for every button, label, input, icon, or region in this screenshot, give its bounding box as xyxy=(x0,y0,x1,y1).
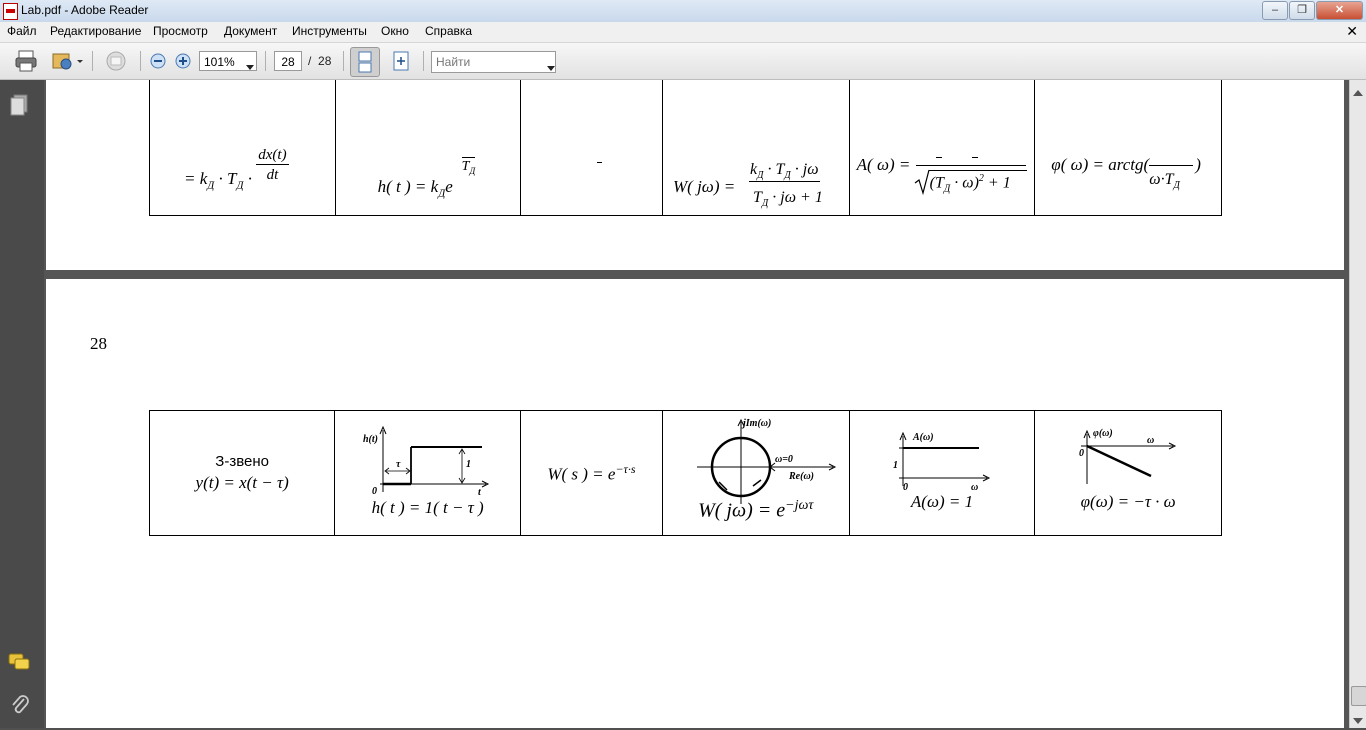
page-number-input[interactable]: 28 xyxy=(274,51,302,71)
phase-equation: φ(ω) = −τ · ω xyxy=(1080,492,1176,511)
minimize-button[interactable]: ‒ xyxy=(1262,1,1288,20)
fit-page-icon[interactable] xyxy=(389,49,413,73)
transfer-equation: W( s ) = e−τ·s xyxy=(547,461,636,484)
title-bar: Lab.pdf - Adobe Reader ‒ ❐ ✕ xyxy=(0,0,1366,23)
phase-plot: φ(ω) 0 ω xyxy=(1079,428,1177,484)
link-name: З-звено xyxy=(215,453,269,470)
re-axis-label: Re(ω) xyxy=(788,471,814,482)
cell-amplitude-response: A(ω) 1 0 ω A(ω) = 1 xyxy=(848,410,1036,536)
toolbar: 101% 28 / 28 Найти xyxy=(0,43,1366,80)
cell-link-name: З-звено y(t) = x(t − τ) xyxy=(148,410,336,536)
attachments-paperclip-icon[interactable] xyxy=(10,694,30,721)
cell-step-response: h(t) τ 1 0 t h( t ) = 1( t − τ ) xyxy=(334,410,522,536)
navigation-pane xyxy=(0,80,44,728)
cell-transfer-function: W( s ) = e−τ·s xyxy=(520,410,663,536)
one-label: 1 xyxy=(466,459,471,470)
pdf-page-27: = kД · TД · dx(t) dt h( t ) = kДe TД W(… xyxy=(46,80,1344,270)
nyquist-plot: jIm(ω) ω=0 Re(ω) xyxy=(696,418,836,504)
cell-nyquist: jIm(ω) ω=0 Re(ω) W( jω) = e−jωτ xyxy=(661,410,850,536)
close-button[interactable]: ✕ xyxy=(1316,1,1363,20)
document-viewport[interactable]: = kД · TД · dx(t) dt h( t ) = kДe TД W(… xyxy=(44,80,1349,728)
page-number-label: 28 xyxy=(90,334,107,353)
nyquist-equation: W( jω) = e−jωτ xyxy=(698,497,814,522)
amp-one-label: 1 xyxy=(893,460,898,471)
comments-icon[interactable] xyxy=(7,652,31,677)
menu-view[interactable]: Просмотр xyxy=(153,24,208,38)
cell-equation: = kД · TД · dx(t) dt xyxy=(149,80,336,216)
table-top: = kД · TД · dx(t) dt h( t ) = kДe TД W(… xyxy=(149,80,1222,216)
tau-label: τ xyxy=(396,459,401,470)
scroll-thumb[interactable] xyxy=(1351,686,1366,706)
menu-help[interactable]: Справка xyxy=(425,24,472,38)
table-delay-link: З-звено y(t) = x(t − τ) h(t) τ 1 0 t h(… xyxy=(148,410,1222,536)
step-response-plot: h(t) τ 1 0 t xyxy=(363,425,489,498)
cell-blank xyxy=(520,80,664,216)
menu-window[interactable]: Окно xyxy=(381,24,409,38)
window-title: Lab.pdf - Adobe Reader xyxy=(21,3,149,17)
menu-tools[interactable]: Инструменты xyxy=(292,24,367,38)
comment-hand-icon[interactable] xyxy=(104,49,128,73)
menu-bar: Файл Редактирование Просмотр Документ Ин… xyxy=(0,22,1366,43)
amp-zero-label: 0 xyxy=(903,482,908,490)
cell-frequency-response: W( jω) = kД · TД · jω TД · jω + 1 xyxy=(662,80,850,216)
omega-zero-label: ω=0 xyxy=(775,454,793,465)
menu-edit[interactable]: Редактирование xyxy=(50,24,141,38)
step-equation: h( t ) = 1( t − τ ) xyxy=(371,498,484,517)
zoom-dropdown-chevron-down-icon[interactable] xyxy=(246,58,254,76)
find-input[interactable]: Найти xyxy=(431,51,556,73)
scroll-down-icon[interactable] xyxy=(1353,712,1363,730)
email-share-icon[interactable] xyxy=(50,49,84,73)
adobe-reader-icon xyxy=(3,3,18,20)
cell-impulse-response: h( t ) = kДe TД xyxy=(334,80,522,216)
scroll-up-icon[interactable] xyxy=(1353,84,1363,102)
cell-phase-response: φ(ω) 0 ω φ(ω) = −τ · ω xyxy=(1034,410,1222,536)
cell-amplitude: A( ω) = (TД · ω)2 + 1 xyxy=(848,80,1036,216)
scrolling-mode-icon[interactable] xyxy=(350,47,380,77)
menu-file[interactable]: Файл xyxy=(7,24,37,38)
amplitude-plot: A(ω) 1 0 ω xyxy=(893,431,991,490)
vertical-scrollbar[interactable] xyxy=(1349,80,1366,728)
print-icon[interactable] xyxy=(14,49,38,73)
document-close-icon[interactable]: ✕ xyxy=(1346,23,1358,40)
h-axis-label: h(t) xyxy=(363,434,378,445)
zoom-out-icon[interactable] xyxy=(148,49,168,73)
cell-phase: φ( ω) = arctg( ) ω·TД xyxy=(1034,80,1222,216)
pages-panel-icon[interactable] xyxy=(9,94,29,121)
link-equation: y(t) = x(t − τ) xyxy=(195,473,289,492)
zoom-in-icon[interactable] xyxy=(173,49,193,73)
pdf-page-28: 28 З-звено y(t) = x(t − τ) h(t) τ 1 0 t … xyxy=(46,279,1344,728)
amp-omega-label: ω xyxy=(971,482,978,490)
a-axis-label: A(ω) xyxy=(912,432,934,443)
phi-axis-label: φ(ω) xyxy=(1093,428,1113,439)
phase-omega-label: ω xyxy=(1147,435,1154,446)
menu-document[interactable]: Документ xyxy=(224,24,277,38)
zero-label: 0 xyxy=(372,486,377,497)
restore-button[interactable]: ❐ xyxy=(1289,1,1315,20)
phase-zero-label: 0 xyxy=(1079,448,1084,459)
amplitude-equation: A(ω) = 1 xyxy=(910,492,974,511)
find-dropdown-chevron-down-icon[interactable] xyxy=(547,59,555,77)
im-axis-label: jIm(ω) xyxy=(741,418,771,429)
page-total: / 28 xyxy=(308,54,332,68)
t-label: t xyxy=(478,487,482,498)
